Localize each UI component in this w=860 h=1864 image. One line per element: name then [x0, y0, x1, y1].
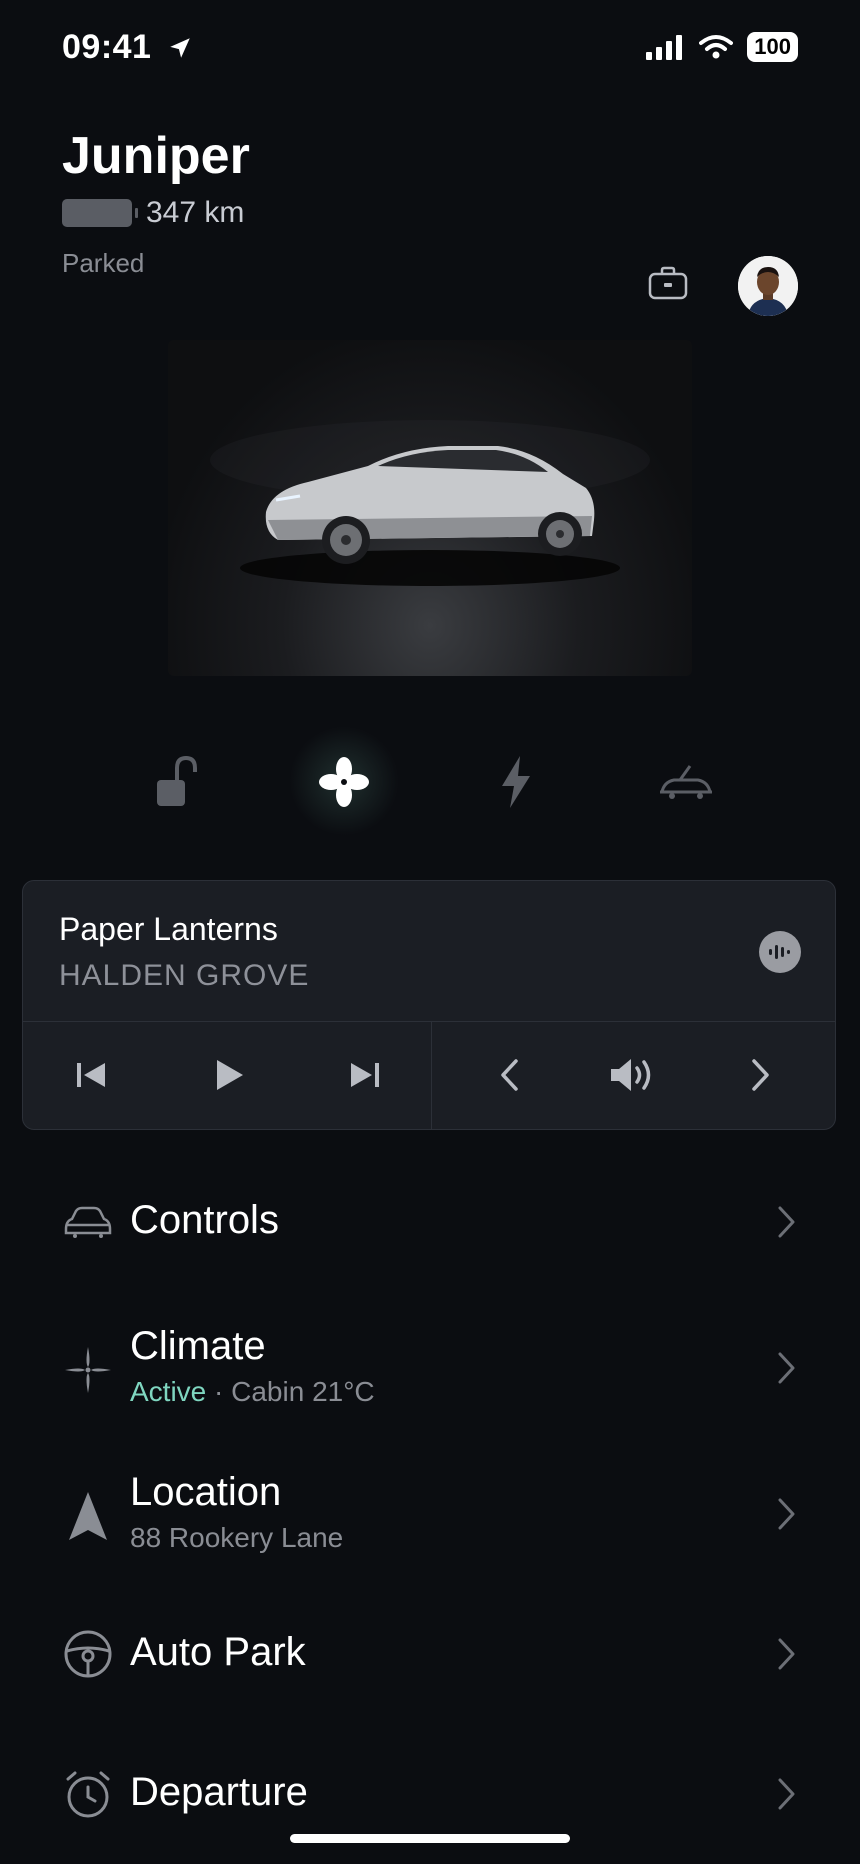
range-text: 347 km: [146, 196, 245, 229]
track-artist: HALDEN GROVE: [59, 959, 310, 992]
battery-level-icon: [62, 199, 138, 227]
previous-source-button[interactable]: [479, 1047, 539, 1103]
climate-status: Active: [130, 1376, 207, 1407]
vehicle-name: Juniper: [62, 127, 250, 185]
speaker-icon: [611, 1059, 651, 1091]
row-title: Climate: [130, 1324, 266, 1368]
range-row: 347 km: [62, 196, 244, 230]
row-title: Location: [130, 1470, 282, 1514]
charge-button[interactable]: [480, 746, 552, 818]
divider: [23, 1021, 835, 1022]
unlock-button[interactable]: [140, 746, 212, 818]
home-indicator[interactable]: [290, 1834, 570, 1843]
battery-indicator: 100: [747, 32, 798, 62]
trunk-button[interactable]: [650, 746, 722, 818]
fan-icon: [62, 1344, 114, 1396]
row-title: Auto Park: [130, 1630, 306, 1674]
next-track-button[interactable]: [335, 1047, 395, 1103]
unlock-icon: [157, 755, 197, 806]
row-title: Controls: [130, 1198, 279, 1242]
row-title: Departure: [130, 1770, 308, 1814]
chevron-right-icon: [776, 1776, 798, 1817]
skip-forward-icon: [351, 1063, 379, 1087]
next-source-button[interactable]: [731, 1047, 791, 1103]
vehicle-image: [168, 340, 692, 676]
vehicle-status: Parked: [62, 248, 145, 278]
audio-wave-icon: [769, 945, 790, 959]
location-address: 88 Rookery Lane: [130, 1522, 344, 1553]
wifi-icon: [699, 35, 734, 59]
location-arrow-icon: [170, 38, 191, 58]
chevron-left-icon: [501, 1059, 518, 1091]
frunk-icon: [660, 765, 712, 799]
briefcase-icon[interactable]: [648, 266, 688, 305]
chevron-right-icon: [776, 1496, 798, 1537]
divider: [431, 1021, 432, 1129]
skip-back-icon: [77, 1063, 105, 1087]
status-time: 09:41: [62, 28, 193, 67]
menu-row-controls[interactable]: Controls: [0, 1168, 860, 1278]
navigation-arrow-icon: [62, 1490, 114, 1542]
play-button[interactable]: [199, 1047, 259, 1103]
avatar[interactable]: [738, 256, 798, 316]
volume-button[interactable]: [603, 1047, 663, 1103]
audio-source-button[interactable]: [759, 931, 801, 973]
previous-track-button[interactable]: [61, 1047, 121, 1103]
chevron-right-icon: [776, 1204, 798, 1245]
alarm-clock-icon: [62, 1768, 114, 1820]
chevron-right-icon: [776, 1350, 798, 1391]
fan-icon: [319, 757, 369, 807]
signal-icon: [646, 35, 683, 60]
menu-row-auto-park[interactable]: Auto Park: [0, 1600, 860, 1710]
steering-wheel-icon: [62, 1628, 114, 1680]
media-player-card[interactable]: Paper Lanterns HALDEN GROVE: [22, 880, 836, 1130]
menu-row-climate[interactable]: Climate Active · Cabin 21°C: [0, 1310, 860, 1420]
bolt-icon: [502, 756, 530, 808]
status-indicators: 100: [645, 32, 798, 62]
car-icon: [62, 1196, 114, 1248]
menu-row-location[interactable]: Location 88 Rookery Lane: [0, 1456, 860, 1566]
cabin-temperature: · Cabin 21°C: [214, 1376, 375, 1407]
chevron-right-icon: [776, 1636, 798, 1677]
play-icon: [217, 1060, 243, 1090]
climate-subtitle: Active · Cabin 21°C: [130, 1376, 375, 1408]
climate-button[interactable]: [308, 746, 380, 818]
chevron-right-icon: [752, 1059, 769, 1091]
time-text: 09:41: [62, 28, 152, 66]
track-title: Paper Lanterns: [59, 911, 278, 947]
